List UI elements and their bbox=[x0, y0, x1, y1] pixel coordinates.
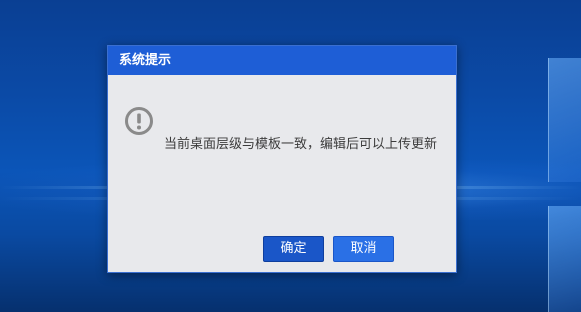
cancel-button[interactable]: 取消 bbox=[333, 236, 394, 262]
windows-logo-pane bbox=[548, 206, 581, 312]
confirm-button[interactable]: 确定 bbox=[263, 236, 324, 262]
exclamation-circle-icon bbox=[125, 107, 153, 135]
windows-logo-pane bbox=[548, 58, 581, 182]
dialog-titlebar[interactable]: 系统提示 bbox=[108, 46, 456, 75]
dialog-message: 当前桌面层级与模板一致，编辑后可以上传更新 bbox=[164, 137, 438, 152]
system-prompt-dialog: 系统提示 当前桌面层级与模板一致，编辑后可以上传更新 确定 取消 bbox=[107, 45, 457, 273]
dialog-title: 系统提示 bbox=[119, 53, 172, 68]
desktop-background: 系统提示 当前桌面层级与模板一致，编辑后可以上传更新 确定 取消 bbox=[0, 0, 581, 312]
